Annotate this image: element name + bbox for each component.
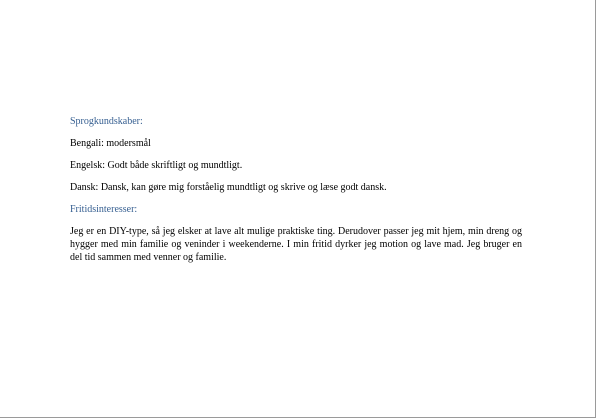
section-heading-hobbies: Fritidsinteresser: bbox=[70, 204, 138, 215]
language-item-english: Engelsk: Godt både skriftligt og mundtli… bbox=[70, 160, 243, 171]
document-page: Sprogkundskaber: Bengali: modersmål Enge… bbox=[0, 0, 596, 418]
hobbies-paragraph: Jeg er en DIY-type, så jeg elsker at lav… bbox=[70, 226, 522, 263]
document-body: Sprogkundskaber: Bengali: modersmål Enge… bbox=[70, 115, 522, 273]
language-item-danish: Dansk: Dansk, kan gøre mig forståelig mu… bbox=[70, 182, 387, 193]
section-heading-languages: Sprogkundskaber: bbox=[70, 116, 143, 127]
language-item-bengali: Bengali: modersmål bbox=[70, 138, 151, 149]
